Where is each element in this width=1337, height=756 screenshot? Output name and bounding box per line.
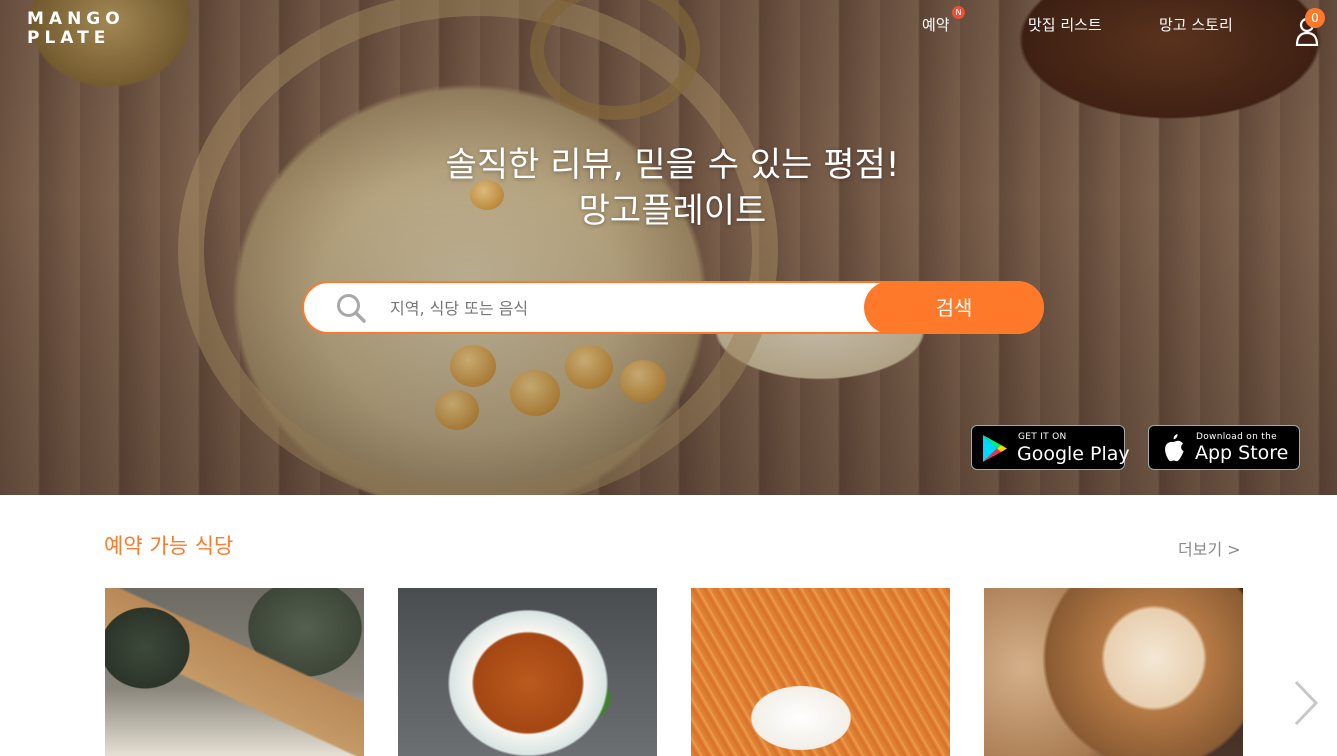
restaurant-card[interactable] xyxy=(105,588,364,756)
nav-reservation[interactable]: 예약 N xyxy=(922,6,965,36)
hero-banner xyxy=(0,0,1337,495)
search-button[interactable]: 검색 xyxy=(864,281,1044,334)
google-play-small-text: GET IT ON xyxy=(1018,432,1067,442)
wishlist-count-badge: 0 xyxy=(1305,8,1325,28)
section-title: 예약 가능 식당 xyxy=(104,534,234,558)
app-store-button[interactable]: Download on the App Store xyxy=(1148,425,1300,470)
headline-line2: 망고플레이트 xyxy=(578,191,767,231)
restaurant-card[interactable] xyxy=(691,588,950,756)
app-store-big-text: App Store xyxy=(1195,442,1289,464)
nav-restaurant-list[interactable]: 맛집 리스트 xyxy=(1028,14,1102,36)
search-bar: 검색 xyxy=(302,281,1044,334)
search-input[interactable] xyxy=(388,283,862,334)
restaurant-card[interactable] xyxy=(984,588,1243,756)
more-link[interactable]: 더보기 > xyxy=(1178,536,1241,560)
logo-line2: PLATE xyxy=(27,28,111,48)
apple-icon xyxy=(1165,434,1184,462)
logo-line1: MANGO xyxy=(27,9,125,29)
search-icon xyxy=(337,294,366,323)
nav-reservation-label: 예약 xyxy=(922,16,950,34)
restaurant-card[interactable] xyxy=(398,588,657,756)
google-play-button[interactable]: GET IT ON Google Play xyxy=(971,425,1130,470)
app-store-small-text: Download on the xyxy=(1196,432,1277,442)
google-play-icon xyxy=(983,435,1007,462)
new-badge: N xyxy=(952,6,965,19)
chevron-right-icon[interactable] xyxy=(1290,678,1320,728)
mangoplate-logo[interactable]: MANGO PLATE xyxy=(27,10,125,48)
user-menu-button[interactable]: 0 xyxy=(1293,8,1325,46)
nav-mango-story[interactable]: 망고 스토리 xyxy=(1159,14,1233,36)
hero-headline: 솔직한 리뷰, 믿을 수 있는 평점! 망고플레이트 xyxy=(300,142,1045,234)
headline-line1: 솔직한 리뷰, 믿을 수 있는 평점! xyxy=(445,145,900,185)
google-play-big-text: Google Play xyxy=(1017,443,1130,465)
